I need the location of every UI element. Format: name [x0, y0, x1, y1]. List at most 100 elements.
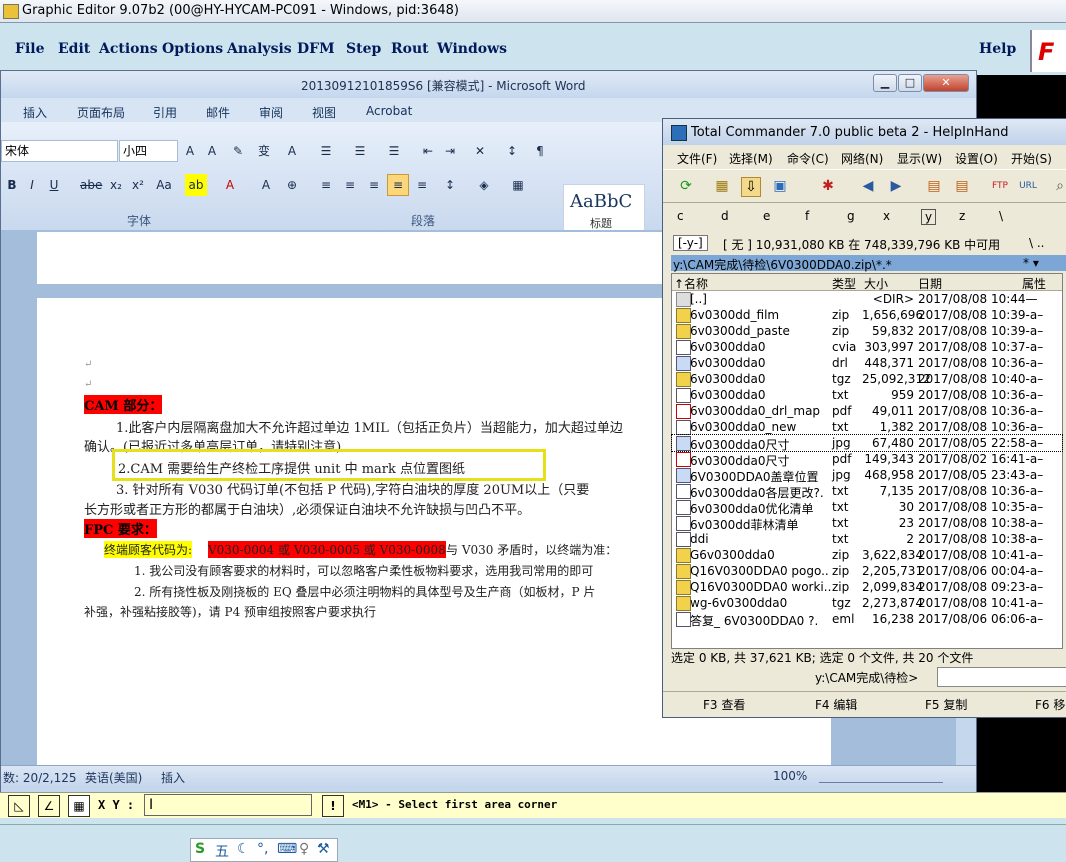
- distribute-icon[interactable]: ≡: [411, 174, 433, 196]
- file-row[interactable]: 6V0300DDA0盖章位置 jpg 468,958 2017/08/05 23:43…: [672, 467, 1062, 484]
- grow-font-icon[interactable]: A: [179, 140, 201, 162]
- full-view-icon[interactable]: ⇩: [741, 177, 761, 197]
- drive-g[interactable]: g: [847, 209, 855, 223]
- file-row[interactable]: 答复_ 6V0300DDA0 ?. eml 16,238 2017/08/06 06:…: [672, 611, 1062, 628]
- refresh-icon[interactable]: ⟳: [677, 177, 695, 195]
- char-border-icon[interactable]: A: [281, 140, 303, 162]
- file-row[interactable]: 6v0300dd_film zip 1,656,696 2017/08/08 10:3…: [672, 307, 1062, 323]
- file-row[interactable]: 6v0300dda0尺寸 pdf 149,343 2017/08/02 16:41-a…: [672, 451, 1062, 468]
- drive-c[interactable]: c: [677, 209, 684, 223]
- tools-icon[interactable]: ⚒: [317, 841, 330, 857]
- strike-icon[interactable]: abe: [79, 174, 102, 196]
- file-row[interactable]: 6v0300dda0 txt 959 2017/08/08 10:36-a–: [672, 387, 1062, 403]
- menu-dfm[interactable]: DFM: [297, 41, 335, 57]
- file-row[interactable]: 6v0300dda0_new txt 1,382 2017/08/08 10:36-a…: [672, 419, 1062, 435]
- file-row[interactable]: 6v0300dda0 tgz 25,092,312 2017/08/08 10:40-…: [672, 371, 1062, 387]
- file-row[interactable]: G6v0300dda0 zip 3,622,834 2017/08/08 10:41-…: [672, 547, 1062, 563]
- insert-mode[interactable]: 插入: [161, 769, 185, 786]
- align-left-icon[interactable]: ≡: [315, 174, 337, 196]
- tc-menu-show[interactable]: 显示(W): [897, 150, 942, 167]
- angle-icon[interactable]: ∠: [38, 795, 60, 817]
- file-row[interactable]: 6v0300dda0优化清单 txt 30 2017/08/08 10:35-a–: [672, 499, 1062, 516]
- align-right-icon[interactable]: ≡: [363, 174, 385, 196]
- menu-step[interactable]: Step: [346, 41, 381, 57]
- tab-acrobat[interactable]: Acrobat: [366, 104, 412, 118]
- tc-menu-command[interactable]: 命令(C): [787, 150, 829, 167]
- file-row[interactable]: Q16V0300DDA0 pogo.. zip 2,205,731 2017/08/0…: [672, 563, 1062, 579]
- file-row[interactable]: Q16V0300DDA0 worki.. zip 2,099,834 2017/08/…: [672, 579, 1062, 595]
- zoom-level[interactable]: 100%: [773, 769, 807, 783]
- borders-icon[interactable]: ▦: [507, 174, 529, 196]
- align-center-icon[interactable]: ≡: [339, 174, 361, 196]
- file-row[interactable]: [..] <DIR> 2017/08/08 10:44—: [672, 291, 1062, 307]
- file-row[interactable]: 6v0300dda0 cvia 303,997 2017/08/08 10:37-a–: [672, 339, 1062, 355]
- minimize-button[interactable]: ▁: [873, 74, 897, 92]
- phonetic-icon[interactable]: 变: [253, 140, 275, 162]
- style-gallery-item[interactable]: AaBbC 标题: [563, 184, 645, 234]
- drive-d[interactable]: d: [721, 209, 729, 223]
- zoom-slider[interactable]: [819, 768, 943, 783]
- ime-wubi[interactable]: 五: [215, 841, 229, 861]
- file-row[interactable]: 6v0300dda0 drl 448,371 2017/08/08 10:36-a–: [672, 355, 1062, 371]
- ftp-icon[interactable]: FTP: [991, 177, 1009, 195]
- underline-icon[interactable]: U: [43, 174, 65, 196]
- asian-layout-icon[interactable]: ✕: [469, 140, 491, 162]
- pack-icon[interactable]: ▤: [925, 177, 943, 195]
- f3-view-button[interactable]: F3 查看: [703, 696, 745, 713]
- menu-rout[interactable]: Rout: [391, 41, 429, 57]
- decrease-indent-icon[interactable]: ⇤: [417, 140, 439, 162]
- tc-menu-start[interactable]: 开始(S): [1011, 150, 1052, 167]
- col-attr[interactable]: 属性: [1022, 275, 1046, 292]
- col-type[interactable]: 类型: [832, 275, 856, 292]
- drive-z[interactable]: z: [959, 209, 965, 223]
- file-row[interactable]: ddi txt 2 2017/08/08 10:38-a–: [672, 531, 1062, 547]
- sort-icon[interactable]: ↕: [501, 140, 523, 162]
- file-row[interactable]: wg-6v0300dda0 tgz 2,273,874 2017/08/08 10:4…: [672, 595, 1062, 611]
- shrink-font-icon[interactable]: A: [201, 140, 223, 162]
- invert-selection-icon[interactable]: ✱: [819, 177, 837, 195]
- numbering-icon[interactable]: ☰: [349, 140, 371, 162]
- close-button[interactable]: ✕: [923, 74, 969, 92]
- language-status[interactable]: 英语(美国): [85, 769, 142, 786]
- tc-menu-select[interactable]: 选择(M): [729, 150, 773, 167]
- tab-references[interactable]: 引用: [153, 104, 177, 121]
- search-icon[interactable]: ⌕: [1051, 177, 1066, 195]
- file-row[interactable]: 6v0300dd_paste zip 59,832 2017/08/08 10:39-…: [672, 323, 1062, 339]
- url-icon[interactable]: URL: [1019, 177, 1037, 195]
- tab-mailings[interactable]: 邮件: [206, 104, 230, 121]
- file-row[interactable]: 6v0300dda0_drl_map pdf 49,011 2017/08/08 10…: [672, 403, 1062, 419]
- highlight-icon[interactable]: ab: [185, 174, 207, 196]
- subscript-icon[interactable]: x₂: [105, 174, 127, 196]
- drive-x[interactable]: x: [883, 209, 890, 223]
- ime-halfwidth-icon[interactable]: ☾: [237, 841, 250, 857]
- italic-icon[interactable]: I: [21, 174, 43, 196]
- font-size-field[interactable]: 小四: [119, 140, 178, 162]
- multilevel-icon[interactable]: ☰: [383, 140, 405, 162]
- file-row[interactable]: 6v0300dda0尺寸 jpg 67,480 2017/08/05 22:58-a–: [671, 434, 1063, 452]
- back-icon[interactable]: ◀: [859, 177, 877, 195]
- change-case-icon[interactable]: Aa: [153, 174, 175, 196]
- line-spacing-icon[interactable]: ↕: [439, 174, 461, 196]
- col-size[interactable]: 大小: [864, 275, 888, 292]
- keyboard-icon[interactable]: ⌨: [277, 841, 297, 857]
- tab-view[interactable]: 视图: [312, 104, 336, 121]
- menu-edit[interactable]: Edit: [58, 41, 90, 57]
- bullets-icon[interactable]: ☰: [315, 140, 337, 162]
- grid-snap-icon[interactable]: ▦: [68, 795, 90, 817]
- xy-input[interactable]: I: [144, 794, 312, 816]
- bold-icon[interactable]: B: [1, 174, 23, 196]
- drive-e[interactable]: e: [763, 209, 770, 223]
- shading-icon[interactable]: ◈: [473, 174, 495, 196]
- font-name-field[interactable]: 宋体: [1, 140, 118, 162]
- file-row[interactable]: 6v0300dd菲林清单 txt 23 2017/08/08 10:38-a–: [672, 515, 1062, 532]
- clear-format-icon[interactable]: ✎: [227, 140, 249, 162]
- menu-windows[interactable]: Windows: [437, 41, 507, 57]
- thumbnail-icon[interactable]: ▣: [771, 177, 789, 195]
- menu-file[interactable]: File: [15, 41, 44, 57]
- maximize-button[interactable]: □: [898, 74, 922, 92]
- menu-actions[interactable]: Actions: [99, 41, 158, 57]
- tab-layout[interactable]: 页面布局: [77, 104, 125, 121]
- draw-line-icon[interactable]: ◺: [8, 795, 30, 817]
- alert-icon[interactable]: !: [322, 795, 344, 817]
- char-shade-icon[interactable]: A: [255, 174, 277, 196]
